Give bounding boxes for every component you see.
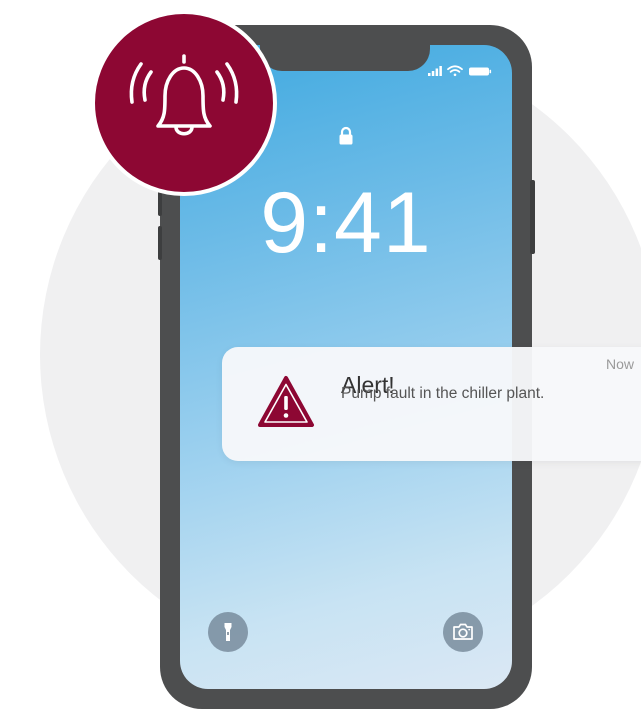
status-bar [428, 64, 498, 78]
lock-icon [339, 126, 353, 145]
status-icons [428, 65, 492, 77]
phone-side-button-right [530, 180, 535, 254]
phone-side-button-left-2 [158, 226, 162, 260]
notification-time: Now [606, 356, 635, 372]
flashlight-icon [224, 623, 232, 641]
battery-icon [469, 67, 492, 76]
wifi-icon [447, 65, 463, 77]
flashlight-button[interactable] [208, 612, 248, 652]
ringing-bell-icon [129, 54, 239, 136]
warning-triangle-icon [258, 376, 314, 427]
phone-notch [260, 45, 430, 71]
notification-message: Pump fault in the chiller plant. [341, 385, 545, 402]
alarm-badge [91, 10, 277, 196]
signal-icon [428, 66, 442, 76]
lock-screen-clock: 9:41 [260, 175, 432, 271]
camera-icon [453, 623, 473, 640]
camera-button[interactable] [443, 612, 483, 652]
